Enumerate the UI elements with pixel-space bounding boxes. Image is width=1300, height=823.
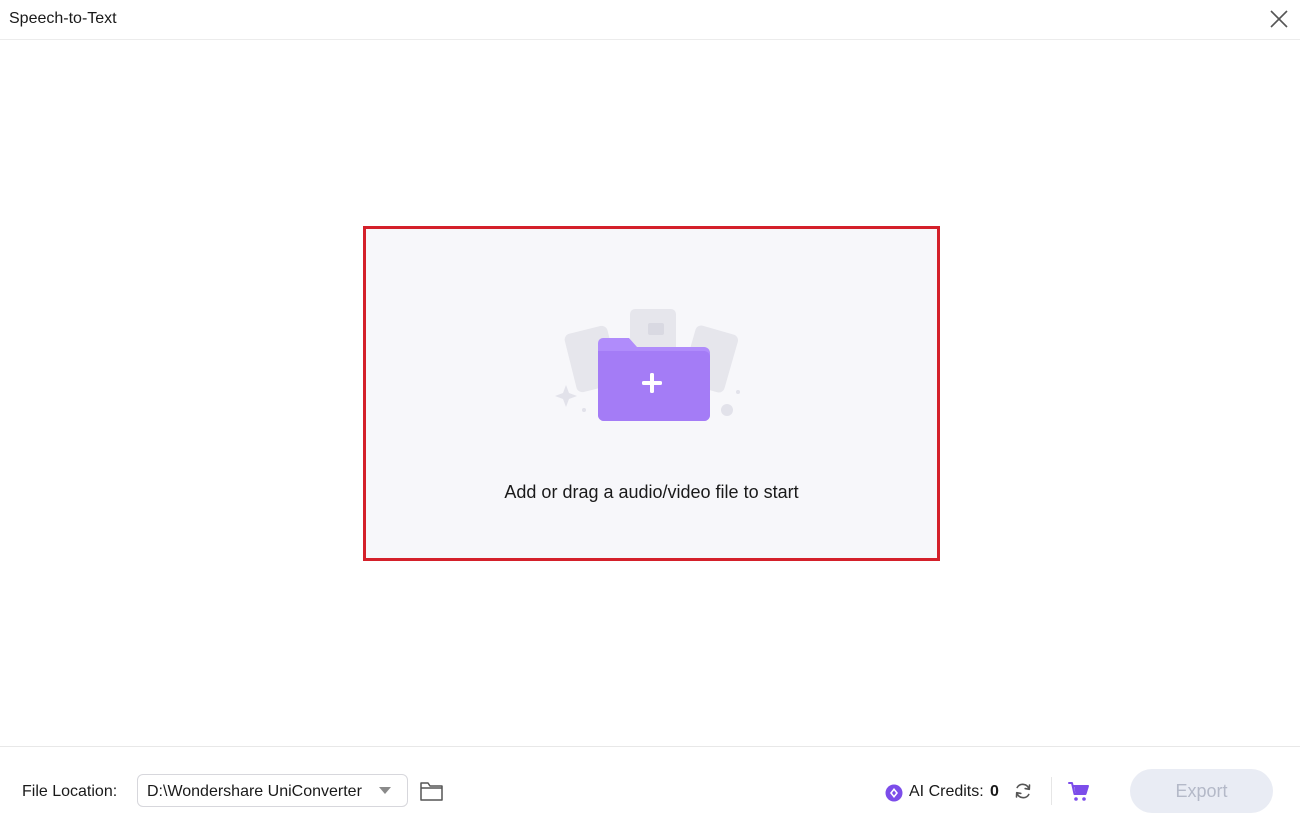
window-title: Speech-to-Text: [9, 10, 117, 27]
ai-credits-value: 0: [990, 783, 999, 800]
export-button[interactable]: Export: [1130, 769, 1273, 813]
file-location-label: File Location:: [22, 783, 118, 800]
folder-add-icon: [555, 309, 740, 421]
footer-bar: File Location: D:\Wondershare UniConvert…: [0, 746, 1300, 823]
close-button[interactable]: [1266, 6, 1292, 32]
title-bar: Speech-to-Text: [0, 0, 1300, 40]
file-drop-zone[interactable]: Add or drag a audio/video file to start: [363, 226, 940, 561]
browse-folder-button[interactable]: [419, 779, 445, 803]
cart-icon: [1068, 782, 1089, 801]
ai-credits-icon: [885, 784, 903, 802]
refresh-credits-button[interactable]: [1013, 781, 1033, 801]
close-icon: [1270, 10, 1288, 28]
speech-to-text-window: Speech-to-Text Add or drag a audio/video…: [0, 0, 1300, 823]
folder-icon: [420, 782, 443, 801]
refresh-icon: [1015, 783, 1031, 799]
chevron-down-icon: [379, 787, 391, 794]
file-location-select[interactable]: D:\Wondershare UniConverter: [137, 774, 408, 807]
cart-button[interactable]: [1068, 782, 1090, 802]
dropzone-prompt: Add or drag a audio/video file to start: [504, 482, 799, 502]
footer-divider: [1051, 777, 1052, 805]
file-location-value: D:\Wondershare UniConverter: [147, 783, 362, 800]
ai-credits-label: AI Credits:: [909, 783, 984, 800]
